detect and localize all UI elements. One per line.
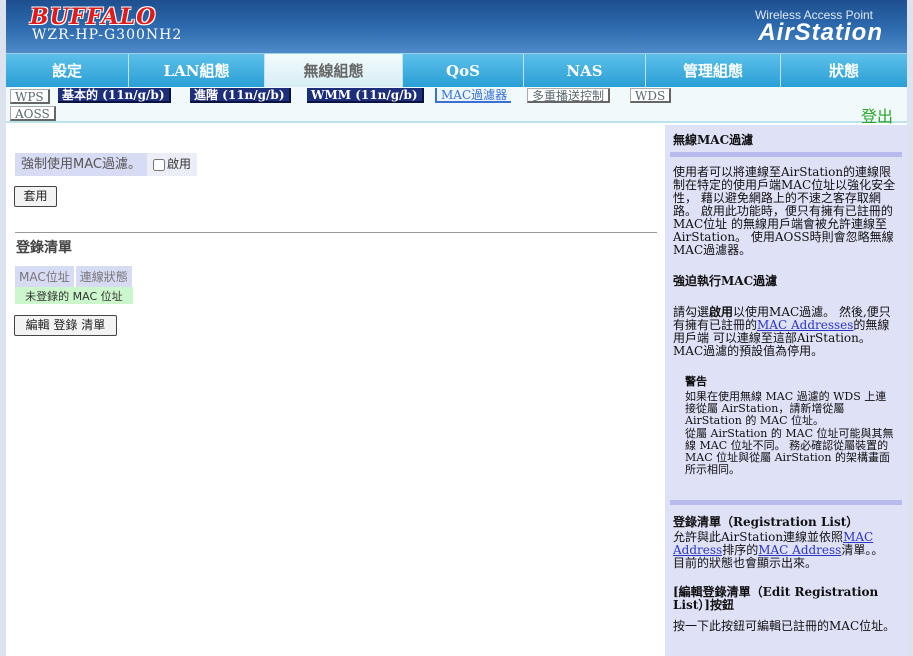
header-banner: BUFFALO WZR-HP-G300NH2 Wireless Access P… [6, 0, 907, 53]
table-header-row: MAC位址 連線狀態 [15, 266, 134, 287]
unregistered-mac-cell: 未登錄的 MAC 位址 [15, 287, 133, 304]
subtab-wmm[interactable]: WMM (11n/g/b) [307, 88, 424, 103]
tab-qos[interactable]: QoS [403, 54, 524, 87]
table-row: 未登錄的 MAC 位址 [15, 287, 133, 304]
subtab-aoss[interactable]: AOSS [10, 106, 56, 121]
mac-addresses-link[interactable]: MAC Addresses [757, 318, 853, 332]
subtab-advanced[interactable]: 進階 (11n/g/b) [190, 88, 291, 103]
help-text-edit-list: 按一下此按鈕可編輯已註冊的MAC位址。 [673, 619, 896, 633]
enable-option: 啟用 [146, 153, 197, 176]
main-nav: 設定 LAN組態 無線組態 QoS NAS 管理組態 狀態 [6, 53, 907, 87]
help-title-edit-list: [編輯登錄清單（Edit Registration List）]按鈕 [673, 585, 879, 612]
product-name: AirStation [758, 19, 883, 46]
tab-lan-config[interactable]: LAN組態 [129, 54, 265, 87]
help-warning-text-2: 從屬 AirStation 的 MAC 位址可能與其無線 MAC 位址不同。 務… [685, 427, 894, 476]
subtab-wps[interactable]: WPS [10, 89, 50, 104]
subtab-basic[interactable]: 基本的 (11n/g/b) [58, 88, 171, 103]
help-panel: 無線MAC過濾 使用者可以將連線至AirStation的連線限制在特定的使用戶端… [665, 125, 907, 656]
help-divider [670, 152, 902, 157]
subtab-wds[interactable]: WDS [630, 88, 672, 103]
force-mac-filter-label: 強制使用MAC過濾。 [15, 153, 147, 176]
help-warning-text-1: 如果在使用無線 MAC 過濾的 WDS 上連接從屬 AirStation，請新增… [685, 390, 887, 427]
section-divider [15, 232, 657, 233]
help-text-force-mac: 請勾選啟用以使用MAC過濾。 然後,便只有擁有已註冊的MAC Addresses… [673, 305, 891, 358]
registration-list-title: 登錄清單 [16, 240, 72, 256]
help-title-mac-filter: 無線MAC過濾 [673, 133, 754, 147]
mac-address-link[interactable]: MAC Address [758, 543, 841, 557]
content-area: 強制使用MAC過濾。 啟用 套用 登錄清單 MAC位址 連線狀態 未登錄的 MA… [6, 125, 665, 656]
help-text-mac-filter: 使用者可以將連線至AirStation的連線限制在特定的使用戶端MAC位址以強化… [673, 165, 896, 257]
help-warning-title: 警告 [685, 375, 707, 388]
edit-registration-list-button[interactable]: 編輯 登錄 清單 [14, 315, 117, 336]
tab-setup[interactable]: 設定 [6, 54, 129, 87]
tab-admin-config[interactable]: 管理組態 [646, 54, 781, 87]
tab-wireless-config[interactable]: 無線組態 [265, 54, 403, 87]
tab-status[interactable]: 狀態 [781, 54, 907, 87]
frame-right-border [907, 0, 913, 656]
apply-button[interactable]: 套用 [14, 186, 57, 207]
col-mac-address: MAC位址 [15, 266, 76, 287]
help-text-registration-list: 允許與此AirStation連線並依照MAC Address排序的MAC Add… [673, 530, 884, 570]
page-frame: BUFFALO WZR-HP-G300NH2 Wireless Access P… [0, 0, 913, 656]
sub-nav: WPS 基本的 (11n/g/b) 進階 (11n/g/b) WMM (11n/… [6, 87, 907, 126]
model-name: WZR-HP-G300NH2 [32, 27, 183, 43]
logout-link[interactable]: 登出 [861, 103, 893, 127]
enable-mac-filter-checkbox[interactable] [152, 158, 165, 171]
force-mac-filter-row: 強制使用MAC過濾。 啟用 [15, 153, 197, 176]
col-connection-status: 連線狀態 [74, 266, 134, 287]
subtab-multicast-control[interactable]: 多重播送控制 [527, 88, 611, 103]
subtab-mac-filter[interactable]: MAC過濾器 [435, 88, 512, 103]
registration-table: MAC位址 連線狀態 未登錄的 MAC 位址 [15, 266, 134, 304]
tab-nas[interactable]: NAS [524, 54, 646, 87]
enable-label: 啟用 [166, 157, 191, 171]
help-title-registration-list: 登錄清單（Registration List） [673, 515, 859, 529]
help-title-force-mac: 強迫執行MAC過濾 [673, 274, 778, 288]
help-divider [670, 500, 902, 505]
